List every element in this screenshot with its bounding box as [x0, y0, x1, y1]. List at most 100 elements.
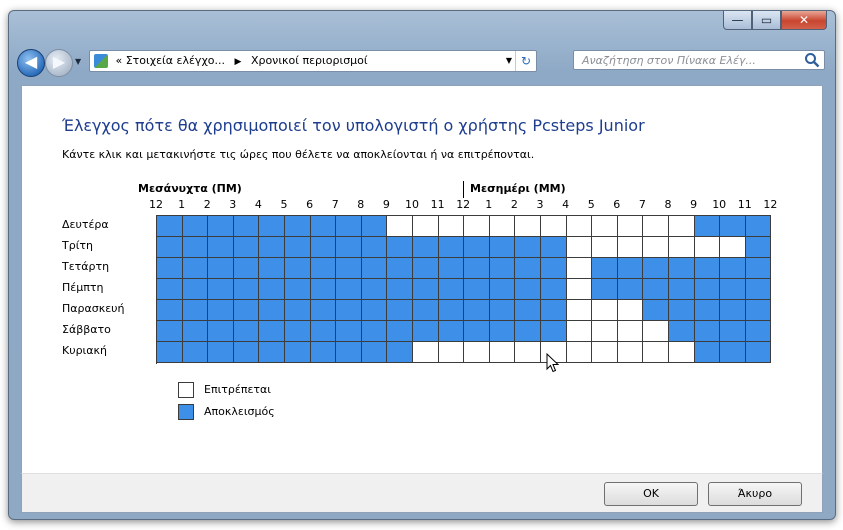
hour-cell[interactable] — [208, 216, 234, 237]
hour-cell[interactable] — [361, 258, 388, 279]
hour-cell[interactable] — [541, 258, 567, 279]
hour-cell[interactable] — [336, 258, 362, 279]
hour-cell[interactable] — [745, 237, 772, 258]
hour-cell[interactable] — [669, 237, 695, 258]
hour-cell[interactable] — [157, 237, 183, 258]
hour-cell[interactable] — [387, 300, 413, 321]
hour-cell[interactable] — [694, 321, 721, 342]
hour-cell[interactable] — [310, 279, 337, 300]
address-bar[interactable]: « Στοιχεία ελέγχο... ▶ Χρονικοί περιορισ… — [89, 50, 537, 72]
hour-cell[interactable] — [592, 342, 618, 363]
hour-cell[interactable] — [259, 300, 285, 321]
hour-cell[interactable] — [233, 216, 260, 237]
hour-cell[interactable] — [566, 258, 593, 279]
cancel-button[interactable]: Άκυρο — [708, 482, 802, 506]
hour-cell[interactable] — [592, 216, 618, 237]
hour-cell[interactable] — [182, 258, 209, 279]
hour-cell[interactable] — [413, 216, 439, 237]
hour-cell[interactable] — [157, 258, 183, 279]
close-button[interactable]: ✕ — [781, 11, 827, 30]
hour-cell[interactable] — [541, 237, 567, 258]
hour-cell[interactable] — [157, 279, 183, 300]
hour-cell[interactable] — [208, 279, 234, 300]
hour-cell[interactable] — [336, 321, 362, 342]
hour-cell[interactable] — [336, 216, 362, 237]
address-dropdown-icon[interactable]: ▼ — [506, 51, 512, 71]
hour-cell[interactable] — [669, 216, 695, 237]
hour-cell[interactable] — [310, 321, 337, 342]
hour-cell[interactable] — [208, 300, 234, 321]
hour-cell[interactable] — [617, 279, 644, 300]
hour-cell[interactable] — [438, 216, 465, 237]
hour-cell[interactable] — [182, 321, 209, 342]
hour-cell[interactable] — [361, 237, 388, 258]
hour-cell[interactable] — [720, 237, 746, 258]
hour-cell[interactable] — [336, 237, 362, 258]
hour-cell[interactable] — [233, 321, 260, 342]
hour-cell[interactable] — [515, 258, 541, 279]
breadcrumb-overflow[interactable]: « — [116, 54, 123, 67]
hour-cell[interactable] — [515, 342, 541, 363]
hour-cell[interactable] — [745, 258, 772, 279]
hour-cell[interactable] — [464, 258, 490, 279]
hour-cell[interactable] — [720, 321, 746, 342]
breadcrumb-time-limits[interactable]: Χρονικοί περιορισμοί — [251, 54, 368, 67]
search-input[interactable]: Αναζήτηση στον Πίνακα Ελέγ... — [573, 50, 825, 70]
hour-cell[interactable] — [182, 279, 209, 300]
hour-cell[interactable] — [233, 237, 260, 258]
hour-cell[interactable] — [182, 342, 209, 363]
hour-cell[interactable] — [233, 258, 260, 279]
hour-cell[interactable] — [387, 321, 413, 342]
hour-cell[interactable] — [413, 279, 439, 300]
hour-cell[interactable] — [285, 300, 311, 321]
hour-cell[interactable] — [515, 279, 541, 300]
hour-cell[interactable] — [694, 279, 721, 300]
hour-cell[interactable] — [387, 258, 413, 279]
hour-cell[interactable] — [336, 342, 362, 363]
hour-cell[interactable] — [643, 321, 669, 342]
hour-cell[interactable] — [669, 279, 695, 300]
hour-cell[interactable] — [464, 237, 490, 258]
hour-cell[interactable] — [745, 216, 772, 237]
hour-cell[interactable] — [310, 258, 337, 279]
hour-cell[interactable] — [669, 342, 695, 363]
hour-cell[interactable] — [720, 342, 746, 363]
hour-cell[interactable] — [361, 321, 388, 342]
hour-cell[interactable] — [720, 258, 746, 279]
hour-cell[interactable] — [566, 216, 593, 237]
hour-cell[interactable] — [489, 216, 516, 237]
hour-cell[interactable] — [566, 237, 593, 258]
hour-cell[interactable] — [438, 342, 465, 363]
hour-cell[interactable] — [361, 216, 388, 237]
hour-cell[interactable] — [464, 216, 490, 237]
hour-cell[interactable] — [361, 342, 388, 363]
hour-cell[interactable] — [617, 258, 644, 279]
hour-cell[interactable] — [259, 279, 285, 300]
hour-cell[interactable] — [566, 321, 593, 342]
hour-cell[interactable] — [157, 321, 183, 342]
hour-cell[interactable] — [643, 300, 669, 321]
hour-cell[interactable] — [745, 300, 772, 321]
hour-cell[interactable] — [438, 279, 465, 300]
hour-cell[interactable] — [592, 279, 618, 300]
hour-cell[interactable] — [336, 279, 362, 300]
hour-cell[interactable] — [259, 342, 285, 363]
hour-cell[interactable] — [310, 300, 337, 321]
hour-cell[interactable] — [413, 258, 439, 279]
hour-cell[interactable] — [464, 279, 490, 300]
hour-cell[interactable] — [285, 237, 311, 258]
hour-cell[interactable] — [336, 300, 362, 321]
hour-cell[interactable] — [617, 300, 644, 321]
ok-button[interactable]: OK — [604, 482, 698, 506]
hour-cell[interactable] — [669, 300, 695, 321]
refresh-icon[interactable]: ↻ — [515, 51, 536, 71]
hour-cell[interactable] — [259, 321, 285, 342]
hour-cell[interactable] — [515, 216, 541, 237]
hour-cell[interactable] — [285, 258, 311, 279]
hour-cell[interactable] — [285, 279, 311, 300]
hour-cell[interactable] — [643, 279, 669, 300]
hour-cell[interactable] — [310, 216, 337, 237]
hour-cell[interactable] — [182, 300, 209, 321]
hour-cell[interactable] — [464, 342, 490, 363]
hour-cell[interactable] — [387, 279, 413, 300]
